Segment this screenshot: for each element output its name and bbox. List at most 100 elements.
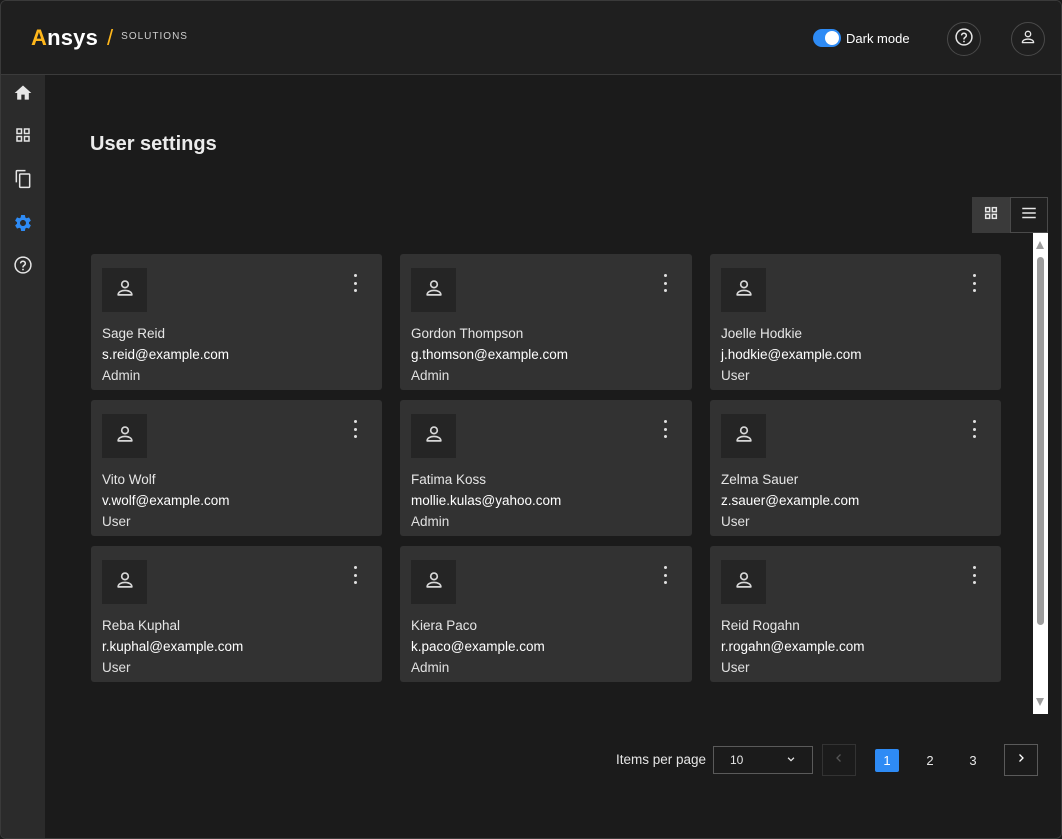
user-role: User [102,660,131,675]
user-card-grid: Sage Reid s.reid@example.com Admin Gordon T… [91,254,1001,682]
user-name: Gordon Thompson [411,326,524,341]
person-icon [114,569,136,596]
avatar [102,268,147,312]
items-per-page-value: 10 [730,753,744,767]
user-name: Joelle Hodkie [721,326,803,341]
more-options-icon[interactable] [658,274,672,292]
person-icon [423,423,445,450]
user-card[interactable]: Sage Reid s.reid@example.com Admin [91,254,382,390]
user-name: Sage Reid [102,326,166,341]
person-icon [114,423,136,450]
user-role: User [721,660,750,675]
chevron-right-icon [1015,751,1027,769]
user-role: Admin [411,660,450,675]
help-circle-icon[interactable] [13,255,33,275]
user-role: User [721,368,750,383]
user-role: User [102,514,131,529]
help-circle-icon [954,27,974,52]
page-3-button[interactable]: 3 [961,749,985,772]
avatar [721,414,766,458]
dark-mode-toggle[interactable]: Dark mode [813,29,910,47]
user-email: r.kuphal@example.com [102,639,244,654]
user-name: Zelma Sauer [721,472,799,487]
user-email: v.wolf@example.com [102,493,230,508]
avatar [721,560,766,604]
user-role: Admin [411,368,450,383]
chevron-down-icon [786,753,796,767]
person-icon [423,277,445,304]
more-options-icon[interactable] [348,420,362,438]
help-button[interactable] [947,22,981,56]
avatar [721,268,766,312]
avatar [102,560,147,604]
user-role: Admin [411,514,450,529]
user-role: User [721,514,750,529]
logo-slash: / [107,25,114,50]
brand-name: Ansys [31,25,99,50]
user-card[interactable]: Fatima Koss mollie.kulas@yahoo.com Admin [400,400,692,536]
user-card[interactable]: Vito Wolf v.wolf@example.com User [91,400,382,536]
more-options-icon[interactable] [967,274,981,292]
user-name: Fatima Koss [411,472,487,487]
user-email: r.rogahn@example.com [721,639,865,654]
user-name: Vito Wolf [102,472,156,487]
brand-subtitle: SOLUTIONS [121,30,188,42]
person-icon [733,569,755,596]
list-icon [1020,204,1038,227]
dark-mode-label: Dark mode [846,30,910,46]
items-per-page-select[interactable]: 10 [713,746,813,774]
person-icon [733,423,755,450]
scrollbar-thumb[interactable] [1037,257,1044,625]
chevron-left-icon [833,751,845,769]
items-per-page-label: Items per page [616,752,707,767]
page-1-button[interactable]: 1 [875,749,899,772]
side-nav [1,75,45,838]
more-options-icon[interactable] [658,420,672,438]
user-name: Reid Rogahn [721,618,800,633]
settings-icon[interactable] [13,213,33,233]
more-options-icon[interactable] [348,274,362,292]
app-window: Ansys / SOLUTIONS Dark mode User setting… [0,0,1062,839]
list-view-button[interactable] [1010,197,1048,233]
user-card[interactable]: Zelma Sauer z.sauer@example.com User [710,400,1001,536]
user-card[interactable]: Reid Rogahn r.rogahn@example.com User [710,546,1001,682]
person-icon [1019,28,1037,51]
user-role: Admin [102,368,141,383]
view-mode-toggle [972,197,1048,233]
avatar [102,414,147,458]
page-2-button[interactable]: 2 [918,749,942,772]
top-header: Ansys / SOLUTIONS Dark mode [1,1,1061,75]
scroll-down-arrow[interactable] [1036,698,1044,706]
user-card[interactable]: Kiera Paco k.paco@example.com Admin [400,546,692,682]
more-options-icon[interactable] [967,420,981,438]
grid-view-button[interactable] [972,197,1010,233]
vertical-scrollbar[interactable] [1033,233,1048,714]
person-icon [114,277,136,304]
home-icon[interactable] [13,83,33,103]
next-page-button[interactable] [1004,744,1038,776]
person-icon [423,569,445,596]
brand-logo[interactable]: Ansys / SOLUTIONS [31,25,188,51]
grid-icon [983,205,999,226]
more-options-icon[interactable] [658,566,672,584]
user-menu-button[interactable] [1011,22,1045,56]
user-email: g.thomson@example.com [411,347,569,362]
user-email: z.sauer@example.com [721,493,860,508]
avatar [411,414,456,458]
user-name: Kiera Paco [411,618,478,633]
dashboard-icon[interactable] [13,125,33,145]
scroll-up-arrow[interactable] [1036,241,1044,249]
user-card[interactable]: Joelle Hodkie j.hodkie@example.com User [710,254,1001,390]
user-name: Reba Kuphal [102,618,181,633]
more-options-icon[interactable] [967,566,981,584]
avatar [411,560,456,604]
user-card[interactable]: Reba Kuphal r.kuphal@example.com User [91,546,382,682]
user-email: s.reid@example.com [102,347,229,362]
copy-icon[interactable] [13,169,33,189]
more-options-icon[interactable] [348,566,362,584]
avatar [411,268,456,312]
user-card[interactable]: Gordon Thompson g.thomson@example.com Admi… [400,254,692,390]
user-email: k.paco@example.com [411,639,545,654]
previous-page-button[interactable] [822,744,856,776]
dark-mode-switch[interactable] [813,29,841,47]
